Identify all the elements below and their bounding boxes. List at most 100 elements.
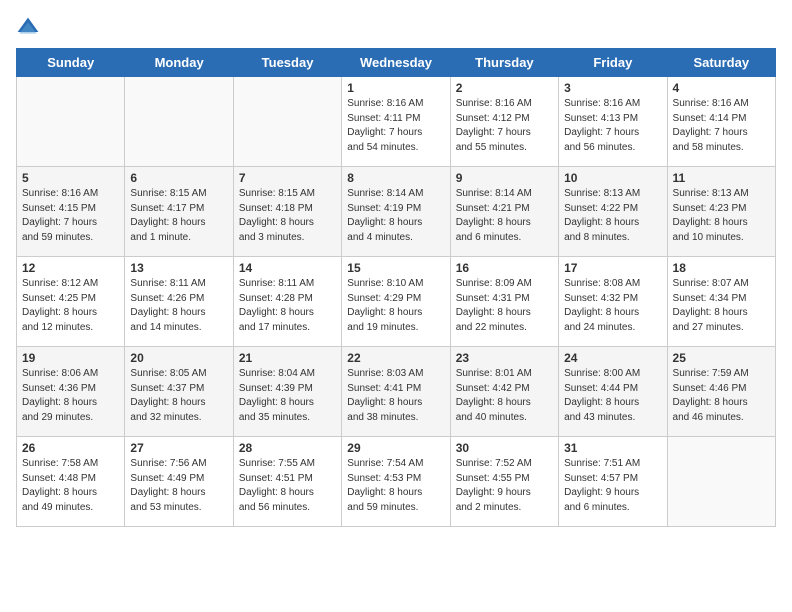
day-info: Sunrise: 8:15 AM Sunset: 4:18 PM Dayligh… — [239, 187, 336, 245]
calendar-cell: 21Sunrise: 8:04 AM Sunset: 4:39 PM Dayli… — [233, 347, 341, 437]
calendar-cell: 31 Sunrise: 7:51 AM Sunset: 4:57 PM Dayli… — [559, 437, 667, 527]
calendar-cell: 1 Sunrise: 8:16 AM Sunset: 4:11 PM Daylig… — [342, 77, 450, 167]
day-number: 16 — [456, 261, 553, 275]
calendar-cell: 4 Sunrise: 8:16 AM Sunset: 4:14 PM Daylig… — [667, 77, 775, 167]
day-info: Sunrise: 7:55 AM Sunset: 4:51 PM Dayligh… — [239, 457, 336, 515]
weekday-header-sunday: Sunday — [17, 49, 125, 77]
calendar-cell: 14Sunrise: 8:11 AM Sunset: 4:28 PM Dayli… — [233, 257, 341, 347]
calendar-cell — [233, 77, 341, 167]
calendar-cell: 19 Sunrise: 8:06 AM Sunset: 4:36 PM Dayli… — [17, 347, 125, 437]
day-info: Sunrise: 8:05 AM Sunset: 4:37 PM Dayligh… — [130, 367, 227, 425]
day-number: 26 — [22, 441, 119, 455]
day-info: Sunrise: 7:54 AM Sunset: 4:53 PM Dayligh… — [347, 457, 444, 515]
day-info: Sunrise: 8:16 AM Sunset: 4:11 PM Dayligh… — [347, 97, 444, 155]
day-number: 22 — [347, 351, 444, 365]
day-number: 5 — [22, 171, 119, 185]
calendar-cell: 11 Sunrise: 8:13 AM Sunset: 4:23 PM Dayli… — [667, 167, 775, 257]
day-number: 19 — [22, 351, 119, 365]
day-info: Sunrise: 7:51 AM Sunset: 4:57 PM Dayligh… — [564, 457, 661, 515]
day-info: Sunrise: 8:00 AM Sunset: 4:44 PM Dayligh… — [564, 367, 661, 425]
day-number: 20 — [130, 351, 227, 365]
calendar-cell: 9 Sunrise: 8:14 AM Sunset: 4:21 PM Daylig… — [450, 167, 558, 257]
calendar-cell — [17, 77, 125, 167]
day-number: 13 — [130, 261, 227, 275]
weekday-header-saturday: Saturday — [667, 49, 775, 77]
calendar-cell: 24Sunrise: 8:00 AM Sunset: 4:44 PM Dayli… — [559, 347, 667, 437]
day-info: Sunrise: 8:14 AM Sunset: 4:19 PM Dayligh… — [347, 187, 444, 245]
calendar-cell: 12Sunrise: 8:12 AM Sunset: 4:25 PM Dayli… — [17, 257, 125, 347]
day-info: Sunrise: 8:13 AM Sunset: 4:22 PM Dayligh… — [564, 187, 661, 245]
day-info: Sunrise: 8:16 AM Sunset: 4:12 PM Dayligh… — [456, 97, 553, 155]
calendar-cell: 25 Sunrise: 7:59 AM Sunset: 4:46 PM Dayli… — [667, 347, 775, 437]
day-number: 29 — [347, 441, 444, 455]
weekday-header-tuesday: Tuesday — [233, 49, 341, 77]
calendar-cell: 10 Sunrise: 8:13 AM Sunset: 4:22 PM Dayli… — [559, 167, 667, 257]
calendar-cell: 22 Sunrise: 8:03 AM Sunset: 4:41 PM Dayli… — [342, 347, 450, 437]
day-number: 1 — [347, 81, 444, 95]
day-number: 12 — [22, 261, 119, 275]
calendar-cell: 6 Sunrise: 8:15 AM Sunset: 4:17 PM Daylig… — [125, 167, 233, 257]
day-info: Sunrise: 8:07 AM Sunset: 4:34 PM Dayligh… — [673, 277, 770, 335]
day-number: 27 — [130, 441, 227, 455]
day-number: 2 — [456, 81, 553, 95]
weekday-row: SundayMondayTuesdayWednesdayThursdayFrid… — [17, 49, 776, 77]
day-number: 10 — [564, 171, 661, 185]
day-number: 7 — [239, 171, 336, 185]
day-number: 8 — [347, 171, 444, 185]
calendar-cell — [667, 437, 775, 527]
calendar-cell: 28Sunrise: 7:55 AM Sunset: 4:51 PM Dayli… — [233, 437, 341, 527]
day-info: Sunrise: 8:14 AM Sunset: 4:21 PM Dayligh… — [456, 187, 553, 245]
calendar-week-4: 19 Sunrise: 8:06 AM Sunset: 4:36 PM Dayli… — [17, 347, 776, 437]
day-number: 6 — [130, 171, 227, 185]
day-info: Sunrise: 8:16 AM Sunset: 4:15 PM Dayligh… — [22, 187, 119, 245]
calendar-cell: 5 Sunrise: 8:16 AM Sunset: 4:15 PM Daylig… — [17, 167, 125, 257]
calendar-table: SundayMondayTuesdayWednesdayThursdayFrid… — [16, 48, 776, 527]
day-number: 18 — [673, 261, 770, 275]
day-info: Sunrise: 8:01 AM Sunset: 4:42 PM Dayligh… — [456, 367, 553, 425]
day-info: Sunrise: 7:58 AM Sunset: 4:48 PM Dayligh… — [22, 457, 119, 515]
day-number: 31 — [564, 441, 661, 455]
calendar-body: 1 Sunrise: 8:16 AM Sunset: 4:11 PM Daylig… — [17, 77, 776, 527]
calendar-cell: 20 Sunrise: 8:05 AM Sunset: 4:37 PM Dayli… — [125, 347, 233, 437]
day-info: Sunrise: 8:11 AM Sunset: 4:26 PM Dayligh… — [130, 277, 227, 335]
day-info: Sunrise: 8:04 AM Sunset: 4:39 PM Dayligh… — [239, 367, 336, 425]
day-info: Sunrise: 8:13 AM Sunset: 4:23 PM Dayligh… — [673, 187, 770, 245]
day-number: 9 — [456, 171, 553, 185]
day-number: 11 — [673, 171, 770, 185]
day-number: 14 — [239, 261, 336, 275]
calendar-cell: 29 Sunrise: 7:54 AM Sunset: 4:53 PM Dayli… — [342, 437, 450, 527]
day-number: 23 — [456, 351, 553, 365]
logo-icon — [16, 16, 40, 40]
calendar-cell: 16 Sunrise: 8:09 AM Sunset: 4:31 PM Dayli… — [450, 257, 558, 347]
day-number: 3 — [564, 81, 661, 95]
calendar-week-2: 5 Sunrise: 8:16 AM Sunset: 4:15 PM Daylig… — [17, 167, 776, 257]
day-number: 17 — [564, 261, 661, 275]
calendar-week-1: 1 Sunrise: 8:16 AM Sunset: 4:11 PM Daylig… — [17, 77, 776, 167]
day-info: Sunrise: 8:16 AM Sunset: 4:14 PM Dayligh… — [673, 97, 770, 155]
calendar-cell: 7 Sunrise: 8:15 AM Sunset: 4:18 PM Daylig… — [233, 167, 341, 257]
calendar-header: SundayMondayTuesdayWednesdayThursdayFrid… — [17, 49, 776, 77]
day-info: Sunrise: 8:03 AM Sunset: 4:41 PM Dayligh… — [347, 367, 444, 425]
day-info: Sunrise: 8:10 AM Sunset: 4:29 PM Dayligh… — [347, 277, 444, 335]
calendar-week-5: 26 Sunrise: 7:58 AM Sunset: 4:48 PM Dayli… — [17, 437, 776, 527]
day-info: Sunrise: 8:06 AM Sunset: 4:36 PM Dayligh… — [22, 367, 119, 425]
calendar-cell: 23 Sunrise: 8:01 AM Sunset: 4:42 PM Dayli… — [450, 347, 558, 437]
day-info: Sunrise: 7:59 AM Sunset: 4:46 PM Dayligh… — [673, 367, 770, 425]
weekday-header-thursday: Thursday — [450, 49, 558, 77]
calendar-cell: 15 Sunrise: 8:10 AM Sunset: 4:29 PM Dayli… — [342, 257, 450, 347]
weekday-header-friday: Friday — [559, 49, 667, 77]
calendar-cell: 17Sunrise: 8:08 AM Sunset: 4:32 PM Dayli… — [559, 257, 667, 347]
day-number: 4 — [673, 81, 770, 95]
calendar-cell: 26 Sunrise: 7:58 AM Sunset: 4:48 PM Dayli… — [17, 437, 125, 527]
day-number: 15 — [347, 261, 444, 275]
weekday-header-wednesday: Wednesday — [342, 49, 450, 77]
day-info: Sunrise: 8:09 AM Sunset: 4:31 PM Dayligh… — [456, 277, 553, 335]
day-number: 25 — [673, 351, 770, 365]
calendar-cell: 13 Sunrise: 8:11 AM Sunset: 4:26 PM Dayli… — [125, 257, 233, 347]
day-info: Sunrise: 7:56 AM Sunset: 4:49 PM Dayligh… — [130, 457, 227, 515]
calendar-cell: 3Sunrise: 8:16 AM Sunset: 4:13 PM Daylig… — [559, 77, 667, 167]
day-number: 30 — [456, 441, 553, 455]
weekday-header-monday: Monday — [125, 49, 233, 77]
day-info: Sunrise: 8:15 AM Sunset: 4:17 PM Dayligh… — [130, 187, 227, 245]
calendar-week-3: 12Sunrise: 8:12 AM Sunset: 4:25 PM Dayli… — [17, 257, 776, 347]
